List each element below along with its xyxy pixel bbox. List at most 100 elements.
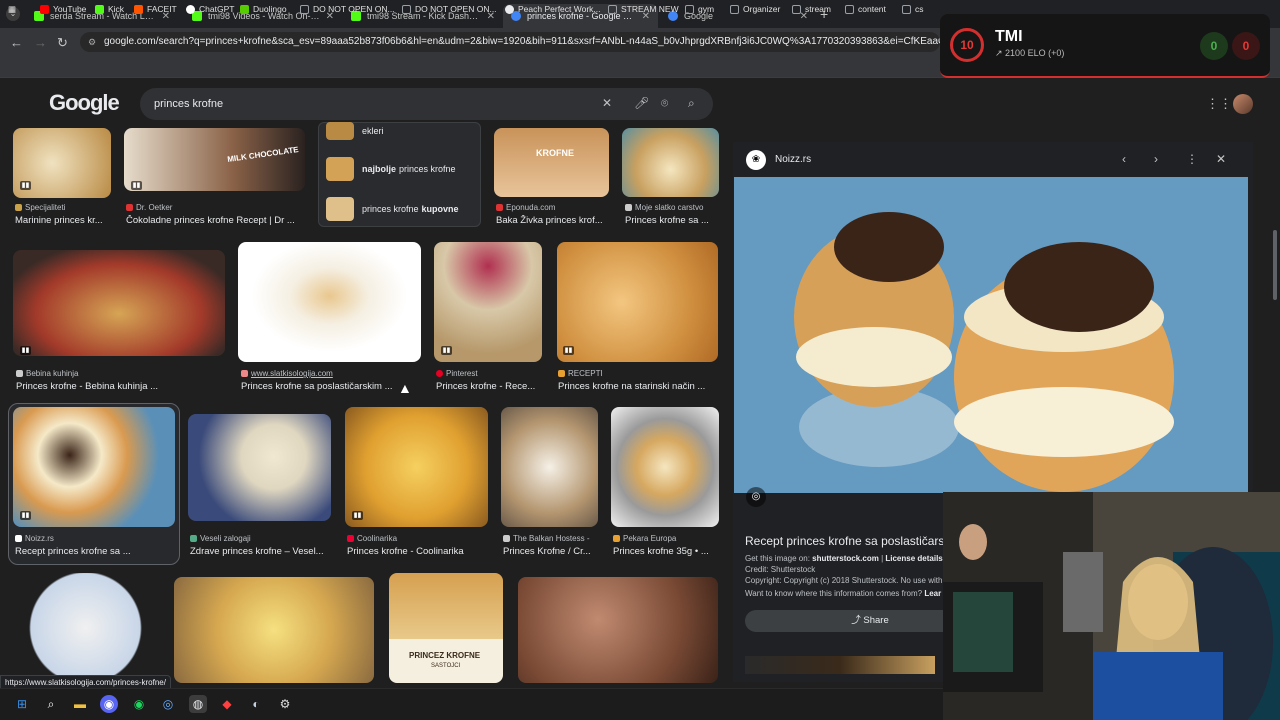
spotify-icon[interactable]: ◉ [130, 695, 148, 713]
result-title-12[interactable]: Princes Krofne / Cr... [503, 546, 599, 557]
result-source-11[interactable]: Coolinarika [347, 534, 397, 543]
result-image-12[interactable] [501, 407, 598, 527]
settings-gear-icon[interactable]: ⚙ [276, 695, 294, 713]
file-explorer-icon[interactable]: ▬ [71, 695, 89, 713]
result-source-2[interactable]: Dr. Oetker [126, 203, 172, 212]
bookmark-chatgpt[interactable]: ChatGPT [186, 4, 234, 14]
result-image-14[interactable] [13, 573, 158, 683]
result-title-7[interactable]: Princes krofne - Rece... [436, 381, 542, 392]
related-search-3[interactable]: princes krofne kupovne [326, 197, 462, 221]
chrome-icon[interactable]: ◍ [189, 695, 207, 713]
result-image-9[interactable] [13, 407, 175, 527]
discord-icon[interactable]: ◉ [100, 695, 118, 713]
bookmark-faceit[interactable]: FACEIT [134, 4, 177, 14]
result-title-8[interactable]: Princes krofne na starinski način ... [558, 381, 718, 392]
result-image-5[interactable] [13, 250, 225, 356]
result-source-12[interactable]: The Balkan Hostess - [503, 534, 589, 543]
result-image-15[interactable] [174, 577, 374, 683]
result-source-4[interactable]: Moje slatko carstvo [625, 203, 703, 212]
preview-title[interactable]: Recept princes krofne sa poslastičars [745, 534, 944, 548]
bookmark-youtube[interactable]: YouTube [40, 4, 86, 14]
result-image-10[interactable] [188, 414, 331, 521]
steam-icon[interactable]: ◐ [247, 695, 265, 713]
result-image-16[interactable]: PRINCEZ KROFNE SASTOJCI [389, 573, 503, 683]
site-favicon-icon [347, 535, 354, 542]
windows-start-icon[interactable]: ⊞ [13, 695, 31, 713]
result-title-11[interactable]: Princes krofne - Coolinarika [347, 546, 487, 557]
account-avatar[interactable] [1233, 94, 1253, 114]
result-title-1[interactable]: Marinine princes kr... [15, 215, 110, 226]
bookmark-gym[interactable]: gym [685, 4, 714, 14]
apps-grid-icon[interactable]: ▦ [8, 4, 16, 15]
brave-icon[interactable]: ◆ [218, 695, 236, 713]
next-icon[interactable]: › [1154, 152, 1158, 166]
lens-search-icon[interactable]: ◎ [746, 487, 766, 507]
bookmark-duolingo[interactable]: Duolingo [240, 4, 287, 14]
bookmark-folder-1[interactable]: DO NOT OPEN ON... [300, 4, 395, 14]
google-lens-icon[interactable]: ⌾ [661, 96, 668, 111]
related-search-1[interactable]: ekleri [326, 122, 384, 140]
search-box[interactable] [140, 88, 713, 120]
result-source-8[interactable]: RECEPTI [558, 369, 603, 378]
related-search-2[interactable]: najbolje princes krofne [326, 157, 456, 181]
result-image-4[interactable] [622, 128, 719, 197]
result-title-2[interactable]: Čokoladne princes krofne Recept | Dr ... [126, 215, 306, 226]
google-apps-icon[interactable]: ⋮⋮ [1206, 96, 1232, 112]
result-image-3[interactable]: KROFNE [494, 128, 609, 197]
search-icon[interactable]: ⌕ [42, 695, 60, 713]
result-title-10[interactable]: Zdrave princes krofne – Vesel... [190, 546, 330, 557]
result-source-3[interactable]: Eponuda.com [496, 203, 555, 212]
result-source-13[interactable]: Pekara Europa [613, 534, 676, 543]
forward-icon[interactable]: → [34, 35, 47, 50]
microphone-icon[interactable]: 🎤︎ [634, 96, 649, 110]
close-icon[interactable]: ✕ [1216, 152, 1226, 166]
bookmark-stream[interactable]: stream [792, 4, 831, 14]
link-status-bar: https://www.slatkisologija.com/princes-k… [0, 675, 171, 689]
site-favicon-icon [558, 370, 565, 377]
shutterstock-link[interactable]: shutterstock.com [812, 554, 879, 563]
result-source-5[interactable]: Bebina kuhinja [16, 369, 78, 378]
result-title-4[interactable]: Princes krofne sa ... [625, 215, 720, 226]
result-title-5[interactable]: Princes krofne - Bebina kuhinja ... [16, 381, 226, 392]
result-title-6[interactable]: Princes krofne sa poslastičarskim ... [241, 381, 401, 392]
result-image-2[interactable]: MILK CHOCOLATE [124, 128, 305, 191]
result-source-7[interactable]: Pinterest [436, 369, 478, 378]
bookmark-folder-2[interactable]: DO NOT OPEN ON... [402, 4, 497, 14]
bookmark-peach-perfect[interactable]: Peach Perfect Work... [505, 4, 601, 14]
result-title-9[interactable]: Recept princes krofne sa ... [15, 546, 135, 557]
result-source-1[interactable]: Specijaliteti [15, 203, 65, 212]
result-image-7[interactable] [434, 242, 542, 362]
bookmark-kick[interactable]: Kick [95, 4, 124, 14]
result-title-13[interactable]: Princes krofne 35g • ... [613, 546, 719, 557]
preview-image[interactable] [734, 177, 1248, 493]
app-icon[interactable]: ◎ [159, 695, 177, 713]
bookmark-cs[interactable]: cs [902, 4, 924, 14]
scrollbar-thumb[interactable] [1273, 230, 1277, 300]
address-bar[interactable]: google.com/search?q=princes+krofne&sca_e… [80, 32, 940, 52]
clear-search-icon[interactable]: ✕ [602, 96, 612, 110]
result-image-6[interactable] [238, 242, 421, 362]
more-options-icon[interactable]: ⋮ [1186, 152, 1198, 166]
learn-more-link[interactable]: Lear [924, 589, 941, 598]
previous-icon[interactable]: ‹ [1122, 152, 1126, 166]
result-image-8[interactable] [557, 242, 718, 362]
result-title-3[interactable]: Baka Živka princes krof... [496, 215, 608, 226]
result-image-17[interactable] [518, 577, 718, 683]
reload-icon[interactable]: ↻ [57, 35, 68, 51]
site-info-icon[interactable]: ⚙ [88, 37, 96, 48]
result-source-10[interactable]: Veseli zalogaji [190, 534, 251, 543]
bookmark-content[interactable]: content [845, 4, 886, 14]
search-icon[interactable]: ⌕ [688, 96, 695, 111]
result-image-13[interactable] [611, 407, 719, 527]
google-logo[interactable]: Google [49, 90, 120, 116]
more-images-strip[interactable] [745, 656, 935, 674]
search-input[interactable]: princes krofne [154, 98, 223, 110]
result-image-11[interactable] [345, 407, 488, 527]
bookmark-stream-new[interactable]: STREAM NEW [608, 4, 679, 14]
result-source-6[interactable]: www.slatkisologija.com [241, 369, 333, 378]
result-source-9[interactable]: Noizz.rs [15, 534, 54, 543]
bookmark-organizer[interactable]: Organizer [730, 4, 780, 14]
license-details-link[interactable]: License details [885, 554, 942, 563]
preview-source[interactable]: Noizz.rs [775, 154, 811, 165]
back-icon[interactable]: ← [10, 35, 23, 50]
